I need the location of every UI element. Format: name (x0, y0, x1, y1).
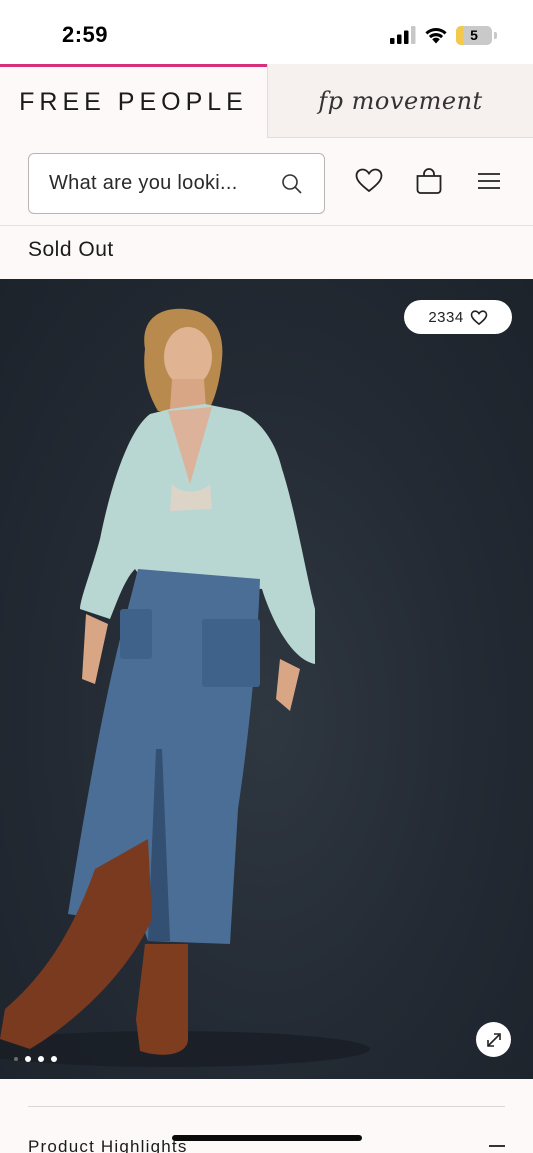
search-placeholder: What are you looki... (49, 172, 238, 194)
status-icons: 5 (390, 24, 497, 46)
brand-tabs: FREE PEOPLE fp movement (0, 64, 533, 138)
battery-icon: 5 (456, 25, 492, 45)
tab-free-people[interactable]: FREE PEOPLE (0, 64, 267, 138)
battery-level: 5 (470, 27, 478, 43)
likes-count: 2334 (428, 308, 464, 326)
wifi-icon (425, 27, 447, 44)
availability-status: Sold Out (28, 238, 114, 261)
status-bar: 2:59 5 (0, 0, 533, 64)
menu-hamburger-icon[interactable] (474, 166, 504, 196)
free-people-logo: FREE PEOPLE (19, 88, 248, 116)
battery-nub (494, 31, 497, 39)
heart-icon (470, 309, 487, 325)
status-time: 2:59 (62, 22, 109, 47)
shopping-bag-icon[interactable] (414, 166, 444, 196)
tab-fp-movement[interactable]: fp movement (267, 64, 533, 138)
pagination-dot[interactable] (38, 1056, 44, 1062)
section-divider (28, 1106, 505, 1107)
cellular-signal-icon (390, 26, 416, 44)
wishlist-heart-icon[interactable] (354, 166, 384, 196)
search-icon[interactable] (280, 172, 304, 196)
model-photo (0, 308, 370, 1067)
collapse-minus-icon[interactable] (489, 1145, 505, 1147)
pagination-dot[interactable] (25, 1056, 31, 1062)
expand-image-button[interactable] (476, 1022, 511, 1057)
expand-icon (486, 1032, 501, 1047)
likes-button[interactable]: 2334 (404, 300, 512, 334)
search-input[interactable]: What are you looki... (28, 153, 325, 214)
product-image[interactable]: 2334 (0, 279, 533, 1079)
pagination-dot[interactable] (51, 1056, 57, 1062)
home-indicator (172, 1135, 362, 1141)
pagination-dot[interactable] (14, 1057, 18, 1061)
gallery-pagination[interactable] (14, 1056, 57, 1062)
header-toolbar: What are you looki... (0, 138, 533, 226)
product-highlights-toggle[interactable]: Product Highlights (28, 1137, 188, 1153)
fp-movement-logo: fp movement (318, 86, 483, 115)
